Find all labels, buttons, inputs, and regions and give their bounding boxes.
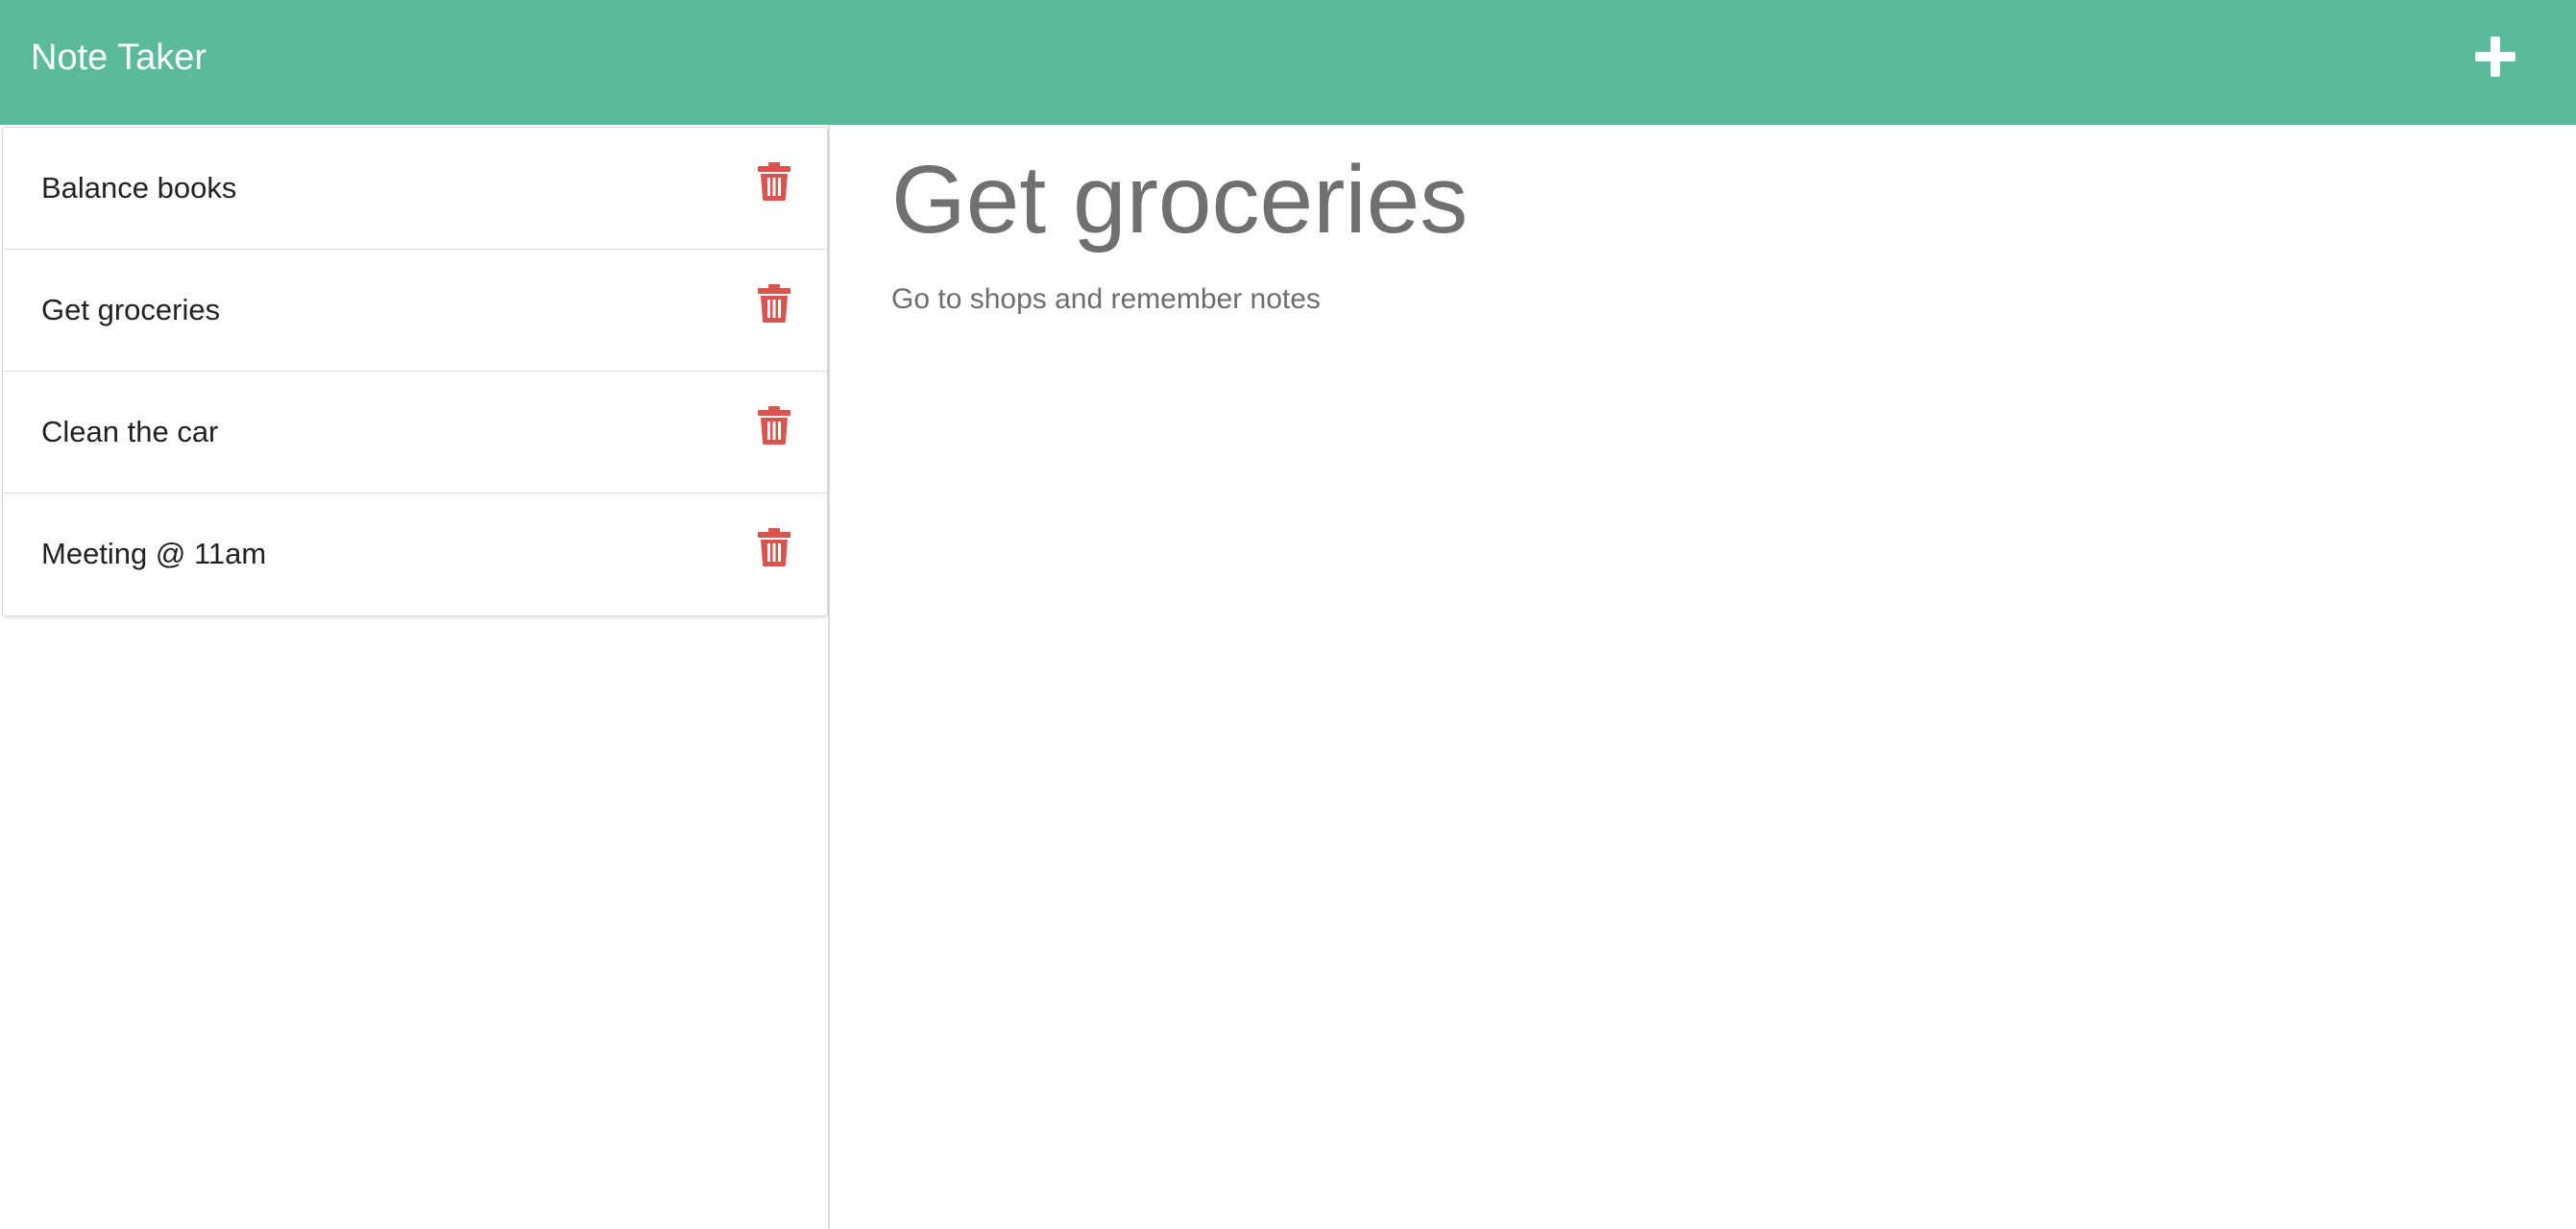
note-title-input[interactable] (891, 142, 2524, 257)
navbar: Note Taker (0, 0, 2576, 125)
delete-note-button[interactable] (758, 528, 790, 566)
plus-icon (2475, 36, 2515, 77)
note-title-label: Clean the car (41, 415, 219, 448)
new-note-button[interactable] (2465, 31, 2526, 83)
list-item[interactable]: Balance books (3, 128, 827, 250)
trash-icon (758, 406, 790, 445)
note-list: Balance books Get groceries Clean the ca… (2, 127, 828, 616)
trash-icon (758, 284, 790, 323)
list-item[interactable]: Meeting @ 11am (3, 494, 827, 615)
list-item[interactable]: Clean the car (3, 372, 827, 494)
delete-note-button[interactable] (758, 406, 790, 445)
list-item[interactable]: Get groceries (3, 250, 827, 372)
note-title-label: Get groceries (41, 293, 221, 326)
note-editor: Go to shops and remember notes (832, 125, 2576, 1229)
delete-note-button[interactable] (758, 284, 790, 323)
note-title-label: Balance books (41, 171, 237, 205)
delete-note-button[interactable] (758, 162, 790, 201)
note-text-area[interactable]: Go to shops and remember notes (891, 278, 2524, 1143)
sidebar: Balance books Get groceries Clean the ca… (0, 125, 830, 1229)
note-title-label: Meeting @ 11am (41, 537, 267, 570)
app-title: Note Taker (31, 37, 207, 78)
trash-icon (758, 162, 790, 201)
trash-icon (758, 528, 790, 566)
